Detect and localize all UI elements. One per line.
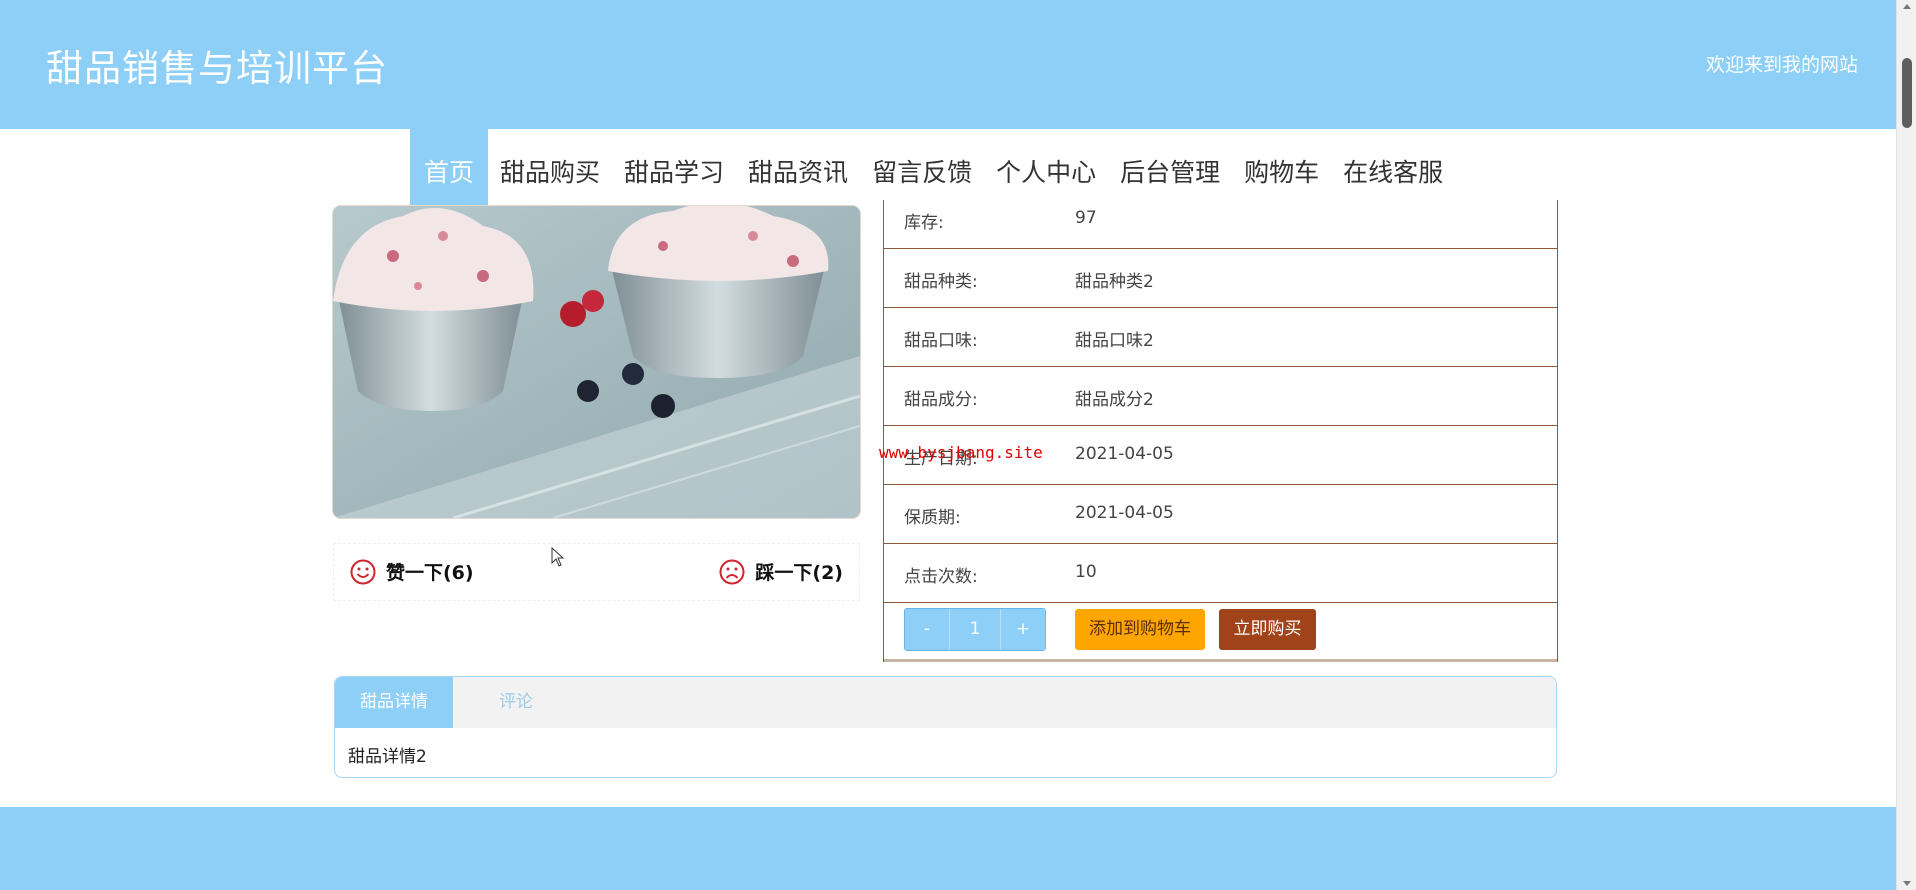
scrollbar-thumb[interactable] bbox=[1902, 58, 1912, 128]
site-title: 甜品销售与培训平台 bbox=[46, 47, 388, 90]
add-to-cart-button[interactable]: 添加到购物车 bbox=[1075, 609, 1205, 650]
mouse-cursor-icon bbox=[551, 547, 565, 567]
nav-item-dessert-purchase[interactable]: 甜品购买 bbox=[488, 129, 612, 217]
nav-item-home[interactable]: 首页 bbox=[410, 129, 489, 217]
quantity-input[interactable]: 1 bbox=[949, 609, 1001, 650]
info-label: 甜品成分: bbox=[904, 390, 978, 410]
site-header: 甜品销售与培训平台 欢迎来到我的网站 bbox=[0, 0, 1896, 129]
info-row-ingredients: 甜品成分: 甜品成分2 bbox=[884, 367, 1557, 426]
info-row-category: 甜品种类: 甜品种类2 bbox=[884, 249, 1557, 308]
vote-bar: 赞一下(6) 踩一下(2) bbox=[333, 543, 860, 601]
info-value: 97 bbox=[1075, 208, 1097, 228]
info-value: 甜品种类2 bbox=[1075, 272, 1154, 292]
tab-comments[interactable]: 评论 bbox=[453, 677, 579, 728]
buy-now-button[interactable]: 立即购买 bbox=[1219, 609, 1316, 650]
dislike-label: 踩一下(2) bbox=[755, 562, 843, 584]
info-row-shelf-life: 保质期: 2021-04-05 bbox=[884, 485, 1557, 544]
site-footer bbox=[0, 807, 1896, 890]
info-value: 2021-04-05 bbox=[1075, 444, 1174, 464]
product-image bbox=[333, 206, 860, 518]
info-label: 甜品种类: bbox=[904, 272, 978, 292]
info-label: 保质期: bbox=[904, 508, 961, 528]
ice-cream-photo bbox=[333, 206, 860, 518]
detail-tabs: 甜品详情 评论 甜品详情2 bbox=[334, 676, 1557, 778]
info-label: 点击次数: bbox=[904, 567, 978, 587]
page: 甜品销售与培训平台 欢迎来到我的网站 首页 甜品购买 甜品学习 甜品资讯 留言反… bbox=[0, 0, 1896, 890]
tab-content: 甜品详情2 bbox=[348, 747, 427, 767]
info-value: 2021-04-05 bbox=[1075, 503, 1174, 523]
quantity-increase-button[interactable]: + bbox=[1001, 609, 1045, 650]
vertical-scrollbar[interactable] bbox=[1896, 0, 1916, 890]
info-value: 甜品口味2 bbox=[1075, 331, 1154, 351]
frown-icon bbox=[719, 559, 745, 584]
product-info-table: 库存: 97 甜品种类: 甜品种类2 甜品口味: 甜品口味2 甜品成分: 甜品成… bbox=[883, 200, 1558, 662]
tab-dessert-details[interactable]: 甜品详情 bbox=[335, 677, 453, 728]
info-label: 库存: bbox=[904, 213, 944, 233]
welcome-text: 欢迎来到我的网站 bbox=[1705, 54, 1858, 76]
smile-icon bbox=[350, 559, 376, 584]
table-bottom-border bbox=[884, 659, 1557, 662]
nav-item-dessert-learning[interactable]: 甜品学习 bbox=[612, 129, 736, 217]
info-row-click-count: 点击次数: 10 bbox=[884, 544, 1557, 603]
dislike-button[interactable]: 踩一下(2) bbox=[719, 558, 843, 585]
tab-header: 甜品详情 评论 bbox=[335, 677, 1556, 728]
info-row-flavor: 甜品口味: 甜品口味2 bbox=[884, 308, 1557, 367]
info-value: 10 bbox=[1075, 562, 1097, 582]
quantity-decrease-button[interactable]: - bbox=[905, 609, 949, 650]
like-label: 赞一下(6) bbox=[386, 562, 474, 584]
quantity-stepper: - 1 + bbox=[904, 608, 1046, 651]
scroll-down-arrow-icon[interactable] bbox=[1903, 881, 1911, 886]
nav-item-dessert-news[interactable]: 甜品资讯 bbox=[736, 129, 860, 217]
info-row-stock: 库存: 97 bbox=[884, 190, 1557, 249]
info-value: 甜品成分2 bbox=[1075, 390, 1154, 410]
like-button[interactable]: 赞一下(6) bbox=[350, 558, 474, 585]
info-label: 甜品口味: bbox=[904, 331, 978, 351]
watermark-text: www.bysjbang.site bbox=[879, 443, 1043, 462]
scroll-up-arrow-icon[interactable] bbox=[1903, 4, 1911, 9]
